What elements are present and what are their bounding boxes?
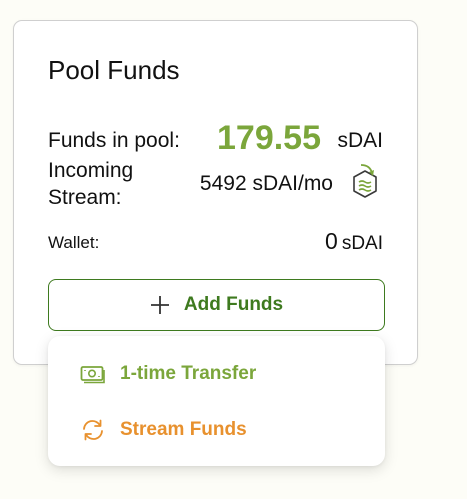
wallet-value-group: 0 sDAI — [325, 228, 383, 255]
menu-item-label: Stream Funds — [120, 419, 247, 440]
funds-in-pool-unit: sDAI — [337, 129, 383, 152]
add-funds-button[interactable]: Add Funds — [48, 279, 385, 331]
funds-in-pool-value: 179.55 — [217, 119, 321, 157]
wallet-row: Wallet: 0 sDAI — [48, 228, 383, 259]
add-funds-label: Add Funds — [183, 294, 284, 315]
stream-hexagon-icon[interactable] — [350, 163, 380, 199]
wallet-unit: sDAI — [341, 233, 383, 254]
menu-item-one-time-transfer[interactable]: 1-time Transfer — [80, 357, 256, 391]
incoming-stream-label: Incoming Stream: — [48, 159, 134, 209]
funds-in-pool-row: Funds in pool: 179.55 sDAI — [48, 119, 383, 159]
wallet-label: Wallet: — [48, 233, 100, 252]
wallet-value: 0 — [325, 228, 338, 254]
card-title: Pool Funds — [48, 55, 180, 85]
plus-icon — [150, 296, 169, 314]
refresh-arrows-icon — [83, 419, 103, 441]
incoming-stream-row: Incoming Stream: 5492 sDAI/mo — [48, 157, 383, 213]
funds-in-pool-label: Funds in pool: — [48, 129, 180, 152]
add-funds-dropdown-menu: 1-time Transfer Stream Funds — [48, 336, 385, 466]
menu-item-label: 1-time Transfer — [120, 363, 257, 384]
money-bill-icon — [80, 366, 105, 384]
incoming-stream-value: 5492 sDAI/mo — [199, 172, 333, 195]
menu-item-stream-funds[interactable]: Stream Funds — [80, 413, 247, 447]
